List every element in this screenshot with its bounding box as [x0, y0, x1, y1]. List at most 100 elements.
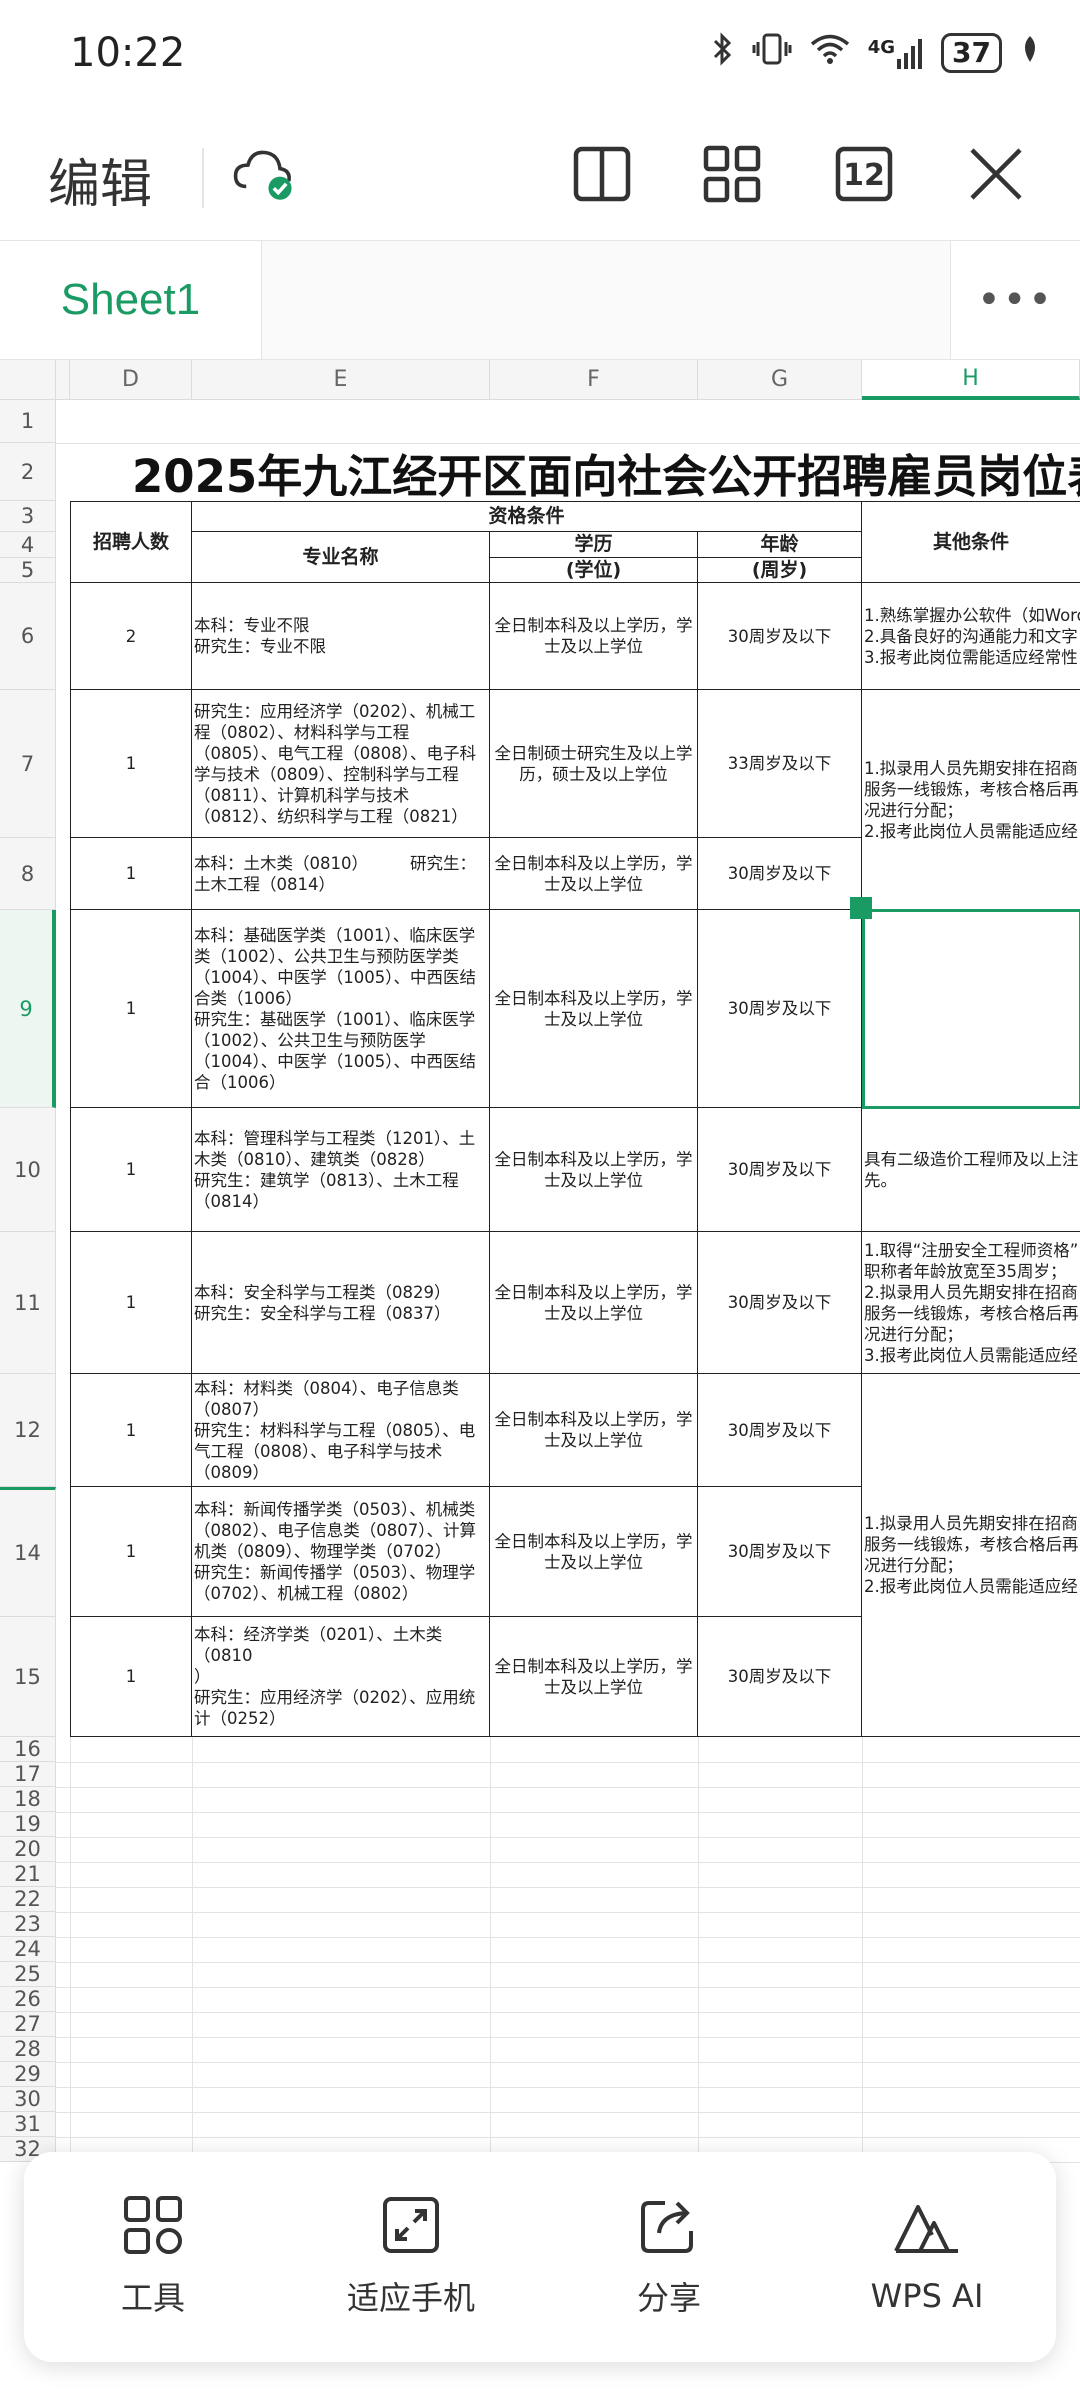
row-header-12[interactable]: 12 — [0, 1374, 56, 1487]
cell-major[interactable]: 本科：专业不限 研究生：专业不限 — [192, 583, 490, 690]
cell-major[interactable]: 本科：安全科学与工程类（0829） 研究生：安全科学与工程（0837） — [192, 1232, 490, 1374]
header-age-unit[interactable]: (周岁) — [698, 558, 862, 583]
cell-education[interactable]: 全日制本科及以上学历，学士及以上学位 — [490, 1487, 698, 1617]
cell-count[interactable]: 1 — [70, 1487, 192, 1617]
grid-view-icon[interactable] — [700, 142, 764, 206]
sheet-title[interactable]: 2025年九江经开区面向社会公开招聘雇员岗位表 — [124, 443, 1080, 502]
cell-age[interactable]: 30周岁及以下 — [698, 838, 862, 910]
header-education[interactable]: 学历 — [490, 532, 698, 558]
cell-major[interactable]: 本科：土木类（0810） 研究生：土木工程（0814） — [192, 838, 490, 910]
cell-education[interactable]: 全日制本科及以上学历，学士及以上学位 — [490, 1374, 698, 1487]
cell-major[interactable]: 本科：管理科学与工程类（1201）、土木类（0810）、建筑类（0828） 研究… — [192, 1108, 490, 1232]
cell-other[interactable]: 1.熟练掌握办公软件（如Word、PPT等）； 2.具备良好的沟通能力和文字 3… — [862, 583, 1080, 690]
share-button[interactable]: 分享 — [559, 2195, 779, 2319]
row-header-29[interactable]: 29 — [0, 2062, 56, 2087]
cell-age[interactable]: 30周岁及以下 — [698, 1108, 862, 1232]
spreadsheet-grid[interactable]: D E F G H 1 2 3 4 5 6 7 8 9 10 11 12 14 … — [0, 360, 1080, 2403]
sheet-count-icon[interactable]: 12 — [832, 142, 896, 206]
row-header-8[interactable]: 8 — [0, 838, 56, 910]
row-header-24[interactable]: 24 — [0, 1937, 56, 1962]
edit-button[interactable]: 编辑 — [48, 142, 152, 217]
column-header-e[interactable]: E — [192, 360, 490, 400]
cell-count[interactable]: 1 — [70, 1232, 192, 1374]
cell-education[interactable]: 全日制本科及以上学历，学士及以上学位 — [490, 838, 698, 910]
cell-other[interactable]: 1.取得“注册安全工程师资格” 职称者年龄放宽至35周岁； 2.拟录用人员先期安… — [862, 1232, 1080, 1374]
row-header-21[interactable]: 21 — [0, 1862, 56, 1887]
close-icon[interactable] — [964, 142, 1028, 206]
column-header-f[interactable]: F — [490, 360, 698, 400]
cell-other[interactable]: 具有二级造价工程师及以上注 先。 — [862, 1108, 1080, 1232]
row-header-19[interactable]: 19 — [0, 1812, 56, 1837]
row-header-2[interactable]: 2 — [0, 443, 56, 501]
cell-count[interactable]: 1 — [70, 1108, 192, 1232]
column-header-d[interactable]: D — [70, 360, 192, 400]
row-header-26[interactable]: 26 — [0, 1987, 56, 2012]
cell-count[interactable]: 1 — [70, 1374, 192, 1487]
row-header-27[interactable]: 27 — [0, 2012, 56, 2037]
row-header-14[interactable]: 14 — [0, 1487, 56, 1617]
more-options-button[interactable]: ••• — [950, 241, 1080, 359]
row-header-30[interactable]: 30 — [0, 2087, 56, 2112]
selection-handle[interactable] — [850, 897, 872, 919]
row-header-1[interactable]: 1 — [0, 400, 56, 443]
cell-other[interactable]: 1.拟录用人员先期安排在招商 服务一线锻炼，考核合格后再 况进行分配； 2.报考… — [862, 690, 1080, 910]
row-header-23[interactable]: 23 — [0, 1912, 56, 1937]
cell-major[interactable]: 本科：材料类（0804）、电子信息类（0807） 研究生：材料科学与工程（080… — [192, 1374, 490, 1487]
cell-count[interactable]: 2 — [70, 583, 192, 690]
header-qualifications[interactable]: 资格条件 — [192, 501, 862, 532]
row-header-3[interactable]: 3 — [0, 501, 56, 532]
header-count[interactable]: 招聘人数 — [70, 501, 192, 583]
cell-education[interactable]: 全日制本科及以上学历，学士及以上学位 — [490, 910, 698, 1108]
cell-age[interactable]: 30周岁及以下 — [698, 1487, 862, 1617]
cell-age[interactable]: 33周岁及以下 — [698, 690, 862, 838]
header-degree[interactable]: (学位) — [490, 558, 698, 583]
cloud-sync-icon[interactable] — [232, 142, 296, 206]
cell-major[interactable]: 本科：基础医学类（1001）、临床医学类（1002）、公共卫生与预防医学类（10… — [192, 910, 490, 1108]
row-header-17[interactable]: 17 — [0, 1762, 56, 1787]
row-header-5[interactable]: 5 — [0, 558, 56, 583]
row-header-7[interactable]: 7 — [0, 690, 56, 838]
split-view-icon[interactable] — [570, 142, 634, 206]
row-header-16[interactable]: 16 — [0, 1737, 56, 1762]
row-header-11[interactable]: 11 — [0, 1232, 56, 1374]
wps-ai-button[interactable]: WPS AI — [817, 2199, 1037, 2315]
row-header-20[interactable]: 20 — [0, 1837, 56, 1862]
row-header-28[interactable]: 28 — [0, 2037, 56, 2062]
cell-major[interactable]: 本科：经济学类（0201）、土木类（0810 ） 研究生：应用经济学（0202）… — [192, 1617, 490, 1737]
cell-count[interactable]: 1 — [70, 838, 192, 910]
cell-age[interactable]: 30周岁及以下 — [698, 1232, 862, 1374]
tools-button[interactable]: 工具 — [43, 2195, 263, 2319]
header-other[interactable]: 其他条件 — [862, 501, 1080, 583]
cell-education[interactable]: 全日制本科及以上学历，学士及以上学位 — [490, 1232, 698, 1374]
cell-major[interactable]: 研究生：应用经济学（0202）、机械工程（0802）、材料科学与工程（0805）… — [192, 690, 490, 838]
select-all-corner[interactable] — [0, 360, 56, 400]
cell-other[interactable]: 1.拟录用人员先期安排在招商 服务一线锻炼，考核合格后再 况进行分配； 2.报考… — [862, 1374, 1080, 1737]
cell-count[interactable]: 1 — [70, 690, 192, 838]
row-header-6[interactable]: 6 — [0, 583, 56, 690]
cell-age[interactable]: 30周岁及以下 — [698, 1374, 862, 1487]
row-header-25[interactable]: 25 — [0, 1962, 56, 1987]
cell-age[interactable]: 30周岁及以下 — [698, 1617, 862, 1737]
column-header-h[interactable]: H — [862, 360, 1080, 400]
column-header-g[interactable]: G — [698, 360, 862, 400]
header-major[interactable]: 专业名称 — [192, 532, 490, 583]
row-header-18[interactable]: 18 — [0, 1787, 56, 1812]
cell-count[interactable]: 1 — [70, 910, 192, 1108]
tab-sheet1[interactable]: Sheet1 — [0, 241, 262, 359]
cell-education[interactable]: 全日制本科及以上学历，学士及以上学位 — [490, 1108, 698, 1232]
cell-age[interactable]: 30周岁及以下 — [698, 583, 862, 690]
row-header-31[interactable]: 31 — [0, 2112, 56, 2137]
row-header-4[interactable]: 4 — [0, 532, 56, 558]
header-age[interactable]: 年龄 — [698, 532, 862, 558]
row-header-9[interactable]: 9 — [0, 910, 56, 1108]
cell-education[interactable]: 全日制本科及以上学历，学士及以上学位 — [490, 583, 698, 690]
fit-phone-button[interactable]: 适应手机 — [301, 2195, 521, 2319]
cell-count[interactable]: 1 — [70, 1617, 192, 1737]
row-header-15[interactable]: 15 — [0, 1617, 56, 1737]
cell-major[interactable]: 本科：新闻传播学类（0503）、机械类（0802）、电子信息类（0807）、计算… — [192, 1487, 490, 1617]
row-header-22[interactable]: 22 — [0, 1887, 56, 1912]
cell-education[interactable]: 全日制硕士研究生及以上学历，硕士及以上学位 — [490, 690, 698, 838]
cell-education[interactable]: 全日制本科及以上学历，学士及以上学位 — [490, 1617, 698, 1737]
row-header-10[interactable]: 10 — [0, 1108, 56, 1232]
cell-age[interactable]: 30周岁及以下 — [698, 910, 862, 1108]
